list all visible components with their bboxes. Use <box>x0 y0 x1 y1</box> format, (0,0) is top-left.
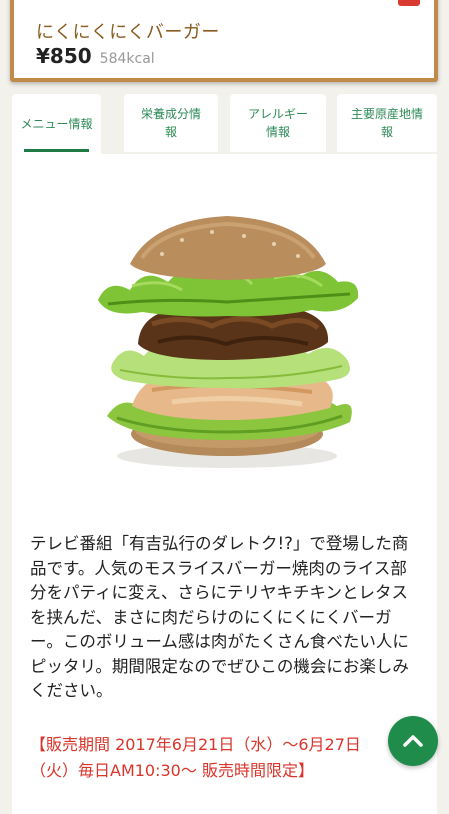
tab-label: 栄養成分情 報 <box>140 107 201 139</box>
sale-period-notice: 【販売期間 2017年6月21日（水）〜6月27日（火）毎日AM10:30〜 販… <box>30 735 361 780</box>
tab-origin-info[interactable]: 主要原産地情 報 <box>337 94 437 152</box>
product-card-inner: にくにくにくバーガー ¥850 584kcal <box>14 0 434 78</box>
price-row: ¥850 584kcal <box>36 44 155 68</box>
tab-label: 主要原産地情 報 <box>350 107 423 139</box>
product-card: にくにくにくバーガー ¥850 584kcal <box>10 0 438 82</box>
tab-menu-info[interactable]: メニュー情報 <box>12 94 101 154</box>
product-price: ¥850 <box>36 44 92 68</box>
corner-badge <box>398 0 420 6</box>
info-tabs: メニュー情報 栄養成分情 報 アレルギー 情報 主要原産地情 報 <box>12 94 437 154</box>
product-description: テレビ番組「有吉弘行のダレトク!?」で登場した商品です。人気のモスライスバーガー… <box>30 534 409 700</box>
product-name: にくにくにくバーガー <box>36 22 220 43</box>
tab-label: アレルギー 情報 <box>247 107 308 139</box>
menu-info-panel: テレビ番組「有吉弘行のダレトク!?」で登場した商品です。人気のモスライスバーガー… <box>12 154 437 814</box>
scroll-to-top-button[interactable] <box>388 716 438 766</box>
active-tab-indicator <box>24 149 89 152</box>
tab-label: メニュー情報 <box>20 117 93 131</box>
tab-nutrition-info[interactable]: 栄養成分情 報 <box>124 94 218 152</box>
burger-image <box>98 216 359 468</box>
tab-allergy-info[interactable]: アレルギー 情報 <box>230 94 326 152</box>
product-calories: 584kcal <box>99 51 155 67</box>
chevron-up-icon <box>403 735 423 747</box>
